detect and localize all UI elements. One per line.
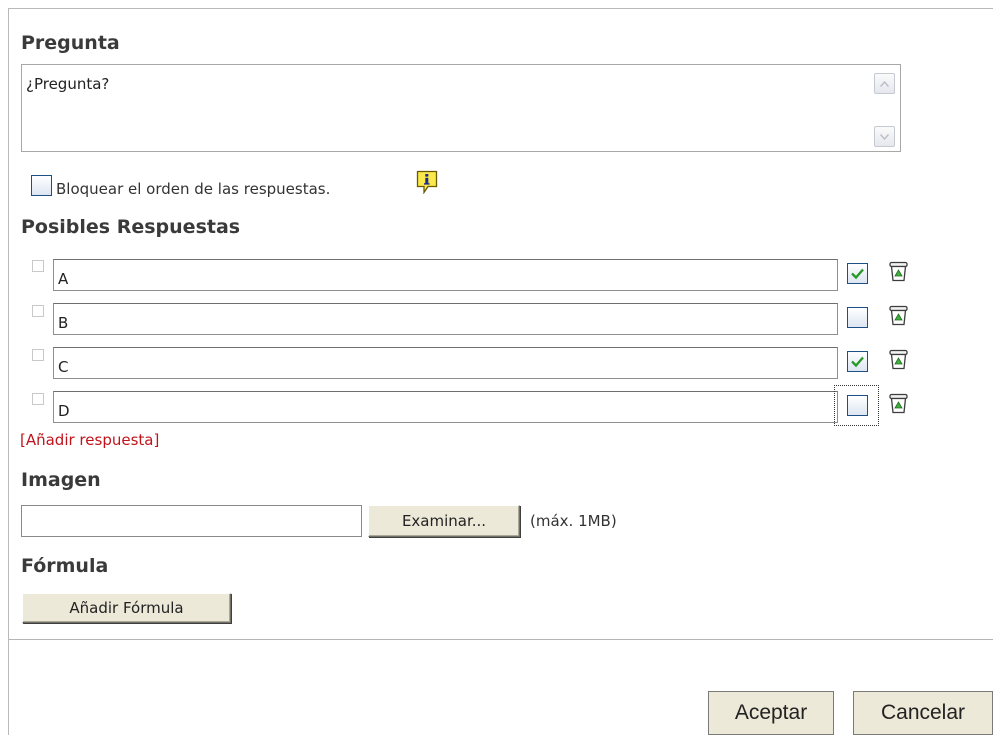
answer-correct-checkbox[interactable] (847, 263, 868, 284)
image-file-input[interactable] (21, 505, 362, 537)
answer-input[interactable] (53, 303, 838, 335)
answer-select-checkbox[interactable] (32, 349, 44, 361)
chevron-up-icon (880, 80, 889, 87)
image-title: Imagen (21, 469, 101, 491)
footer-divider (9, 639, 993, 640)
chevron-down-icon (880, 133, 889, 140)
question-textarea[interactable] (22, 65, 884, 151)
lock-order-checkbox[interactable] (31, 175, 52, 196)
scroll-up-button[interactable] (874, 73, 895, 94)
question-scrollbar[interactable] (868, 65, 900, 151)
trash-icon[interactable] (889, 305, 908, 326)
answer-select-checkbox[interactable] (32, 393, 44, 405)
answer-input[interactable] (53, 347, 838, 379)
trash-icon[interactable] (889, 393, 908, 414)
checkmark-icon (851, 356, 864, 368)
info-icon[interactable] (416, 170, 438, 194)
answer-correct-checkbox[interactable] (847, 395, 868, 416)
answer-correct-checkbox[interactable] (847, 307, 868, 328)
checkmark-icon (851, 268, 864, 280)
accept-button[interactable]: Aceptar (708, 691, 834, 735)
add-answer-link[interactable]: [Añadir respuesta] (20, 431, 159, 449)
answer-input[interactable] (53, 259, 838, 291)
question-title: Pregunta (21, 32, 120, 54)
answers-title: Posibles Respuestas (21, 216, 241, 238)
cancel-button[interactable]: Cancelar (853, 691, 993, 735)
answer-correct-checkbox[interactable] (847, 351, 868, 372)
scroll-down-button[interactable] (874, 126, 895, 147)
answer-input[interactable] (53, 391, 838, 423)
browse-button[interactable]: Examinar... (368, 505, 520, 537)
add-formula-button[interactable]: Añadir Fórmula (22, 593, 231, 623)
trash-icon[interactable] (889, 261, 908, 282)
question-textarea-box (21, 64, 901, 152)
answer-select-checkbox[interactable] (32, 305, 44, 317)
trash-icon[interactable] (889, 349, 908, 370)
lock-order-label: Bloquear el orden de las respuestas. (56, 180, 331, 198)
answer-select-checkbox[interactable] (32, 260, 44, 272)
formula-title: Fórmula (21, 555, 109, 577)
image-max-size-note: (máx. 1MB) (530, 512, 617, 530)
